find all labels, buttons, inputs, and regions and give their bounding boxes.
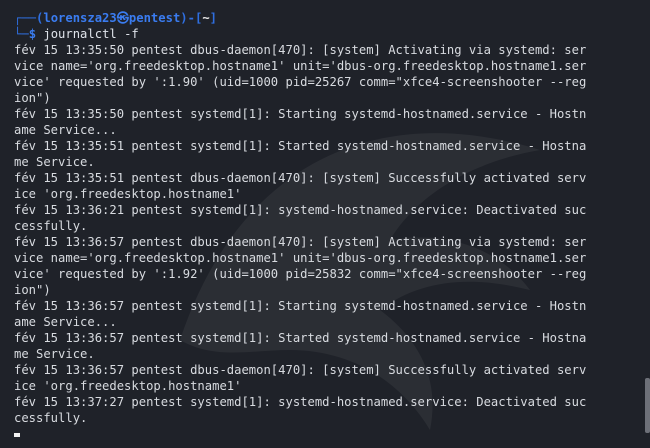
log-line: vice name='org.freedesktop.hostname1' un…: [14, 59, 587, 73]
prompt-hostname: pentest: [128, 11, 181, 25]
log-line: fév 15 13:36:57 pentest systemd[1]: Star…: [14, 299, 587, 313]
log-line: ame Service...: [14, 315, 117, 329]
prompt-dollar: $: [28, 27, 37, 41]
log-line: fév 15 13:35:51 pentest dbus-daemon[470]…: [14, 171, 587, 185]
log-line: fév 15 13:36:21 pentest systemd[1]: syst…: [14, 203, 587, 217]
log-line: ion"): [14, 91, 51, 105]
prompt-frame-close: ]: [209, 11, 217, 25]
log-line: cessfully.: [14, 219, 88, 233]
terminal-window[interactable]: ┌──(lorensza23㉿pentest)-[~] └─$ journalc…: [0, 0, 650, 448]
prompt-frame-open: ┌──(: [14, 11, 44, 25]
prompt-username: lorensza23: [43, 11, 117, 25]
prompt-command-line: └─$ journalctl -f: [14, 26, 636, 42]
log-line: fév 15 13:35:51 pentest systemd[1]: Star…: [14, 139, 587, 153]
prompt-frame-mid: )-[: [180, 11, 203, 25]
prompt-path: ~: [202, 11, 210, 25]
log-line: ice 'org.freedesktop.hostname1': [14, 379, 242, 393]
log-line: fév 15 13:36:57 pentest dbus-daemon[470]…: [14, 235, 587, 249]
log-line: fév 15 13:36:57 pentest systemd[1]: Star…: [14, 331, 587, 345]
log-line: fév 15 13:36:57 pentest dbus-daemon[470]…: [14, 363, 587, 377]
log-line: me Service.: [14, 155, 95, 169]
log-line: fév 15 13:35:50 pentest systemd[1]: Star…: [14, 107, 587, 121]
cursor-line: [14, 426, 636, 442]
log-line: fév 15 13:37:27 pentest systemd[1]: syst…: [14, 395, 587, 409]
log-line: vice name='org.freedesktop.hostname1' un…: [14, 251, 587, 265]
log-line: cessfully.: [14, 411, 88, 425]
log-line: fév 15 13:35:50 pentest dbus-daemon[470]…: [14, 43, 587, 57]
log-line: vice' requested by ':1.92' (uid=1000 pid…: [14, 267, 587, 281]
log-line: ame Service...: [14, 123, 117, 137]
log-line: ion"): [14, 283, 51, 297]
text-cursor: [14, 432, 20, 437]
log-line: me Service.: [14, 347, 95, 361]
prompt-frame-bottom: └─: [14, 27, 29, 41]
prompt-at-symbol: ㉿: [116, 11, 129, 25]
command-text: journalctl -f: [43, 27, 139, 41]
vertical-scrollbar[interactable]: [645, 378, 650, 433]
log-line: vice' requested by ':1.90' (uid=1000 pid…: [14, 75, 587, 89]
log-line: ice 'org.freedesktop.hostname1': [14, 187, 242, 201]
log-output: fév 15 13:35:50 pentest dbus-daemon[470]…: [14, 42, 636, 442]
prompt-top-line: ┌──(lorensza23㉿pentest)-[~]: [14, 10, 636, 26]
terminal-content: ┌──(lorensza23㉿pentest)-[~] └─$ journalc…: [14, 10, 636, 442]
